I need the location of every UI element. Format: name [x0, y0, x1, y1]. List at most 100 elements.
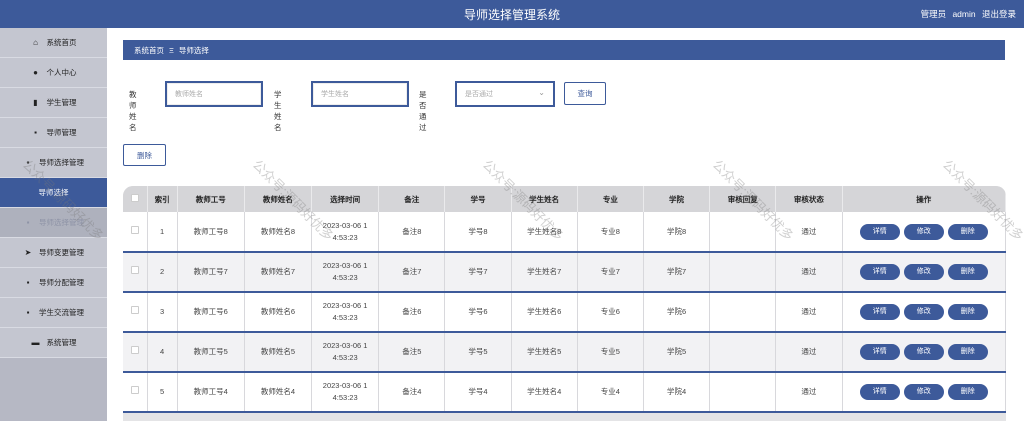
- row-checkbox[interactable]: [130, 386, 139, 394]
- grid-icon: ▪: [26, 158, 30, 167]
- sidebar-item-exchange[interactable]: ▪ 学生交流管理: [0, 298, 107, 328]
- row-checkbox[interactable]: [130, 346, 139, 354]
- sidebar-item-label: 导师选择管理: [39, 218, 84, 227]
- cell-status: 通过: [775, 292, 843, 333]
- main-content: 系统首页 Ξ 导师选择 教师姓名 教师姓名 学生姓名 学生姓名 是否通过 是否通…: [107, 28, 1024, 421]
- top-bar: 导师选择管理系统 管理员 admin 退出登录: [0, 0, 1024, 28]
- chevron-down-icon: ⌄: [538, 88, 545, 97]
- breadcrumb-current: 导师选择: [178, 45, 209, 55]
- row-select-cell[interactable]: [123, 212, 148, 253]
- sidebar-item-assignment[interactable]: ▪ 导师分配管理: [0, 268, 107, 298]
- cell-teacher-id: 教师工号6: [177, 292, 245, 333]
- grid-icon: ▪: [34, 128, 37, 137]
- cell-time-line-2: 4:53:23: [332, 353, 358, 362]
- select-all-cell[interactable]: [123, 186, 148, 212]
- detail-button[interactable]: 详情: [859, 344, 900, 360]
- teacher-name-label: 教师姓名: [129, 90, 137, 132]
- cell-major: 专业6: [577, 292, 644, 333]
- cell-actions: 详情 修改 删除: [842, 332, 1006, 373]
- sidebar-item-label: 导师分配管理: [39, 278, 84, 287]
- sidebar-item-label: 导师选择管理: [39, 158, 84, 167]
- delete-button[interactable]: 删除: [947, 223, 988, 240]
- breadcrumb-home[interactable]: 系统首页: [134, 45, 164, 56]
- detail-button[interactable]: 详情: [859, 304, 900, 320]
- sidebar-item-label: 导师管理: [46, 128, 77, 137]
- cell-teacher-name: 教师姓名7: [244, 252, 313, 293]
- column-header: 学院: [643, 186, 711, 212]
- edit-button[interactable]: 修改: [903, 304, 944, 320]
- sidebar-item-profile[interactable]: ● 个人中心: [0, 58, 107, 88]
- sidebar-item-label: 系统首页: [46, 38, 77, 47]
- cell-index: 2: [147, 252, 178, 293]
- detail-button[interactable]: 详情: [859, 264, 900, 280]
- cell-student-id: 学号7: [444, 252, 512, 293]
- sidebar-item-change[interactable]: ➤ 导师变更管理: [0, 238, 107, 268]
- cell-teacher-id: 教师工号8: [177, 212, 245, 253]
- cell-status: 通过: [775, 332, 843, 373]
- delete-button[interactable]: 删除: [947, 304, 988, 320]
- cell-time-line-1: 2023-03-06 1: [322, 301, 368, 310]
- cell-major: 专业4: [577, 372, 644, 413]
- cell-time: 2023-03-06 1 4:53:23: [311, 212, 380, 253]
- table-row: 3 教师工号6 教师姓名6 2023-03-06 1 4:53:23 备注6 学号…: [123, 292, 1006, 333]
- cell-index: 4: [147, 332, 178, 373]
- teacher-name-input[interactable]: 教师姓名: [165, 81, 263, 107]
- cell-college: 学院5: [643, 332, 711, 373]
- sidebar-item-selection-mgmt[interactable]: ▪ 导师选择管理: [0, 148, 107, 178]
- sidebar-item-system[interactable]: ▬ 系统管理: [0, 328, 107, 358]
- student-name-input[interactable]: 学生姓名: [311, 81, 409, 107]
- row-select-cell[interactable]: [123, 252, 148, 293]
- cell-note: 备注7: [378, 252, 446, 293]
- cell-college: 学院6: [643, 292, 711, 333]
- cell-index: 1: [147, 212, 178, 253]
- sidebar-item-students[interactable]: ▮ 学生管理: [0, 88, 107, 118]
- sidebar-item-label: 系统管理: [46, 338, 77, 347]
- detail-button[interactable]: 详情: [859, 223, 900, 240]
- edit-button[interactable]: 修改: [903, 264, 944, 280]
- cell-status: 通过: [775, 372, 843, 413]
- user-name: admin: [952, 9, 976, 19]
- sidebar-subitem-selection[interactable]: 导师选择: [0, 178, 107, 208]
- column-header: 操作: [842, 186, 1006, 212]
- cell-time-line-1: 2023-03-06 1: [322, 381, 368, 390]
- cell-college: 学院4: [643, 372, 711, 413]
- cell-reply: [709, 372, 777, 413]
- approved-select[interactable]: 是否通过 ⌄: [455, 81, 555, 107]
- row-select-cell[interactable]: [123, 372, 148, 413]
- sidebar-item-label: 导师选择: [38, 188, 69, 197]
- row-checkbox[interactable]: [130, 306, 139, 314]
- table-row: 1 教师工号8 教师姓名8 2023-03-06 1 4:53:23 备注8 学号…: [123, 212, 1006, 253]
- column-header: 学生姓名: [511, 186, 578, 212]
- cell-student-name: 学生姓名4: [511, 372, 578, 413]
- cell-teacher-id: 教师工号5: [177, 332, 245, 373]
- cell-time-line-1: 2023-03-06 1: [322, 220, 368, 230]
- cell-student-name: 学生姓名7: [511, 252, 578, 293]
- logout-link[interactable]: 退出登录: [982, 9, 1016, 19]
- delete-button[interactable]: 删除: [947, 344, 988, 360]
- sidebar-item-selection-mgmt-2[interactable]: ▪ 导师选择管理: [0, 208, 107, 238]
- sidebar-item-home[interactable]: ⌂ 系统首页: [0, 28, 107, 58]
- query-button[interactable]: 查询: [564, 82, 606, 105]
- edit-button[interactable]: 修改: [903, 223, 944, 240]
- detail-button[interactable]: 详情: [859, 384, 900, 400]
- table-row: 4 教师工号5 教师姓名5 2023-03-06 1 4:53:23 备注5 学号…: [123, 332, 1006, 373]
- delete-button[interactable]: 删除: [947, 264, 988, 280]
- grid-icon: ▪: [26, 278, 30, 287]
- cell-status: 通过: [775, 252, 843, 293]
- cell-teacher-id: 教师工号4: [177, 372, 245, 413]
- sidebar-item-teachers[interactable]: ▪ 导师管理: [0, 118, 107, 148]
- cell-time-line-2: 4:53:23: [332, 393, 358, 402]
- row-checkbox[interactable]: [130, 225, 139, 234]
- batch-delete-button[interactable]: 删除: [123, 144, 166, 166]
- cell-teacher-name: 教师姓名5: [244, 332, 313, 373]
- cell-student-name: 学生姓名6: [511, 292, 578, 333]
- edit-button[interactable]: 修改: [903, 344, 944, 360]
- delete-button[interactable]: 删除: [947, 384, 988, 400]
- column-header: 索引: [147, 186, 178, 212]
- row-select-cell[interactable]: [123, 332, 148, 373]
- select-all-checkbox[interactable]: [130, 194, 139, 202]
- cell-actions: 详情 修改 删除: [842, 212, 1006, 253]
- row-checkbox[interactable]: [130, 266, 139, 274]
- row-select-cell[interactable]: [123, 292, 148, 333]
- edit-button[interactable]: 修改: [903, 384, 944, 400]
